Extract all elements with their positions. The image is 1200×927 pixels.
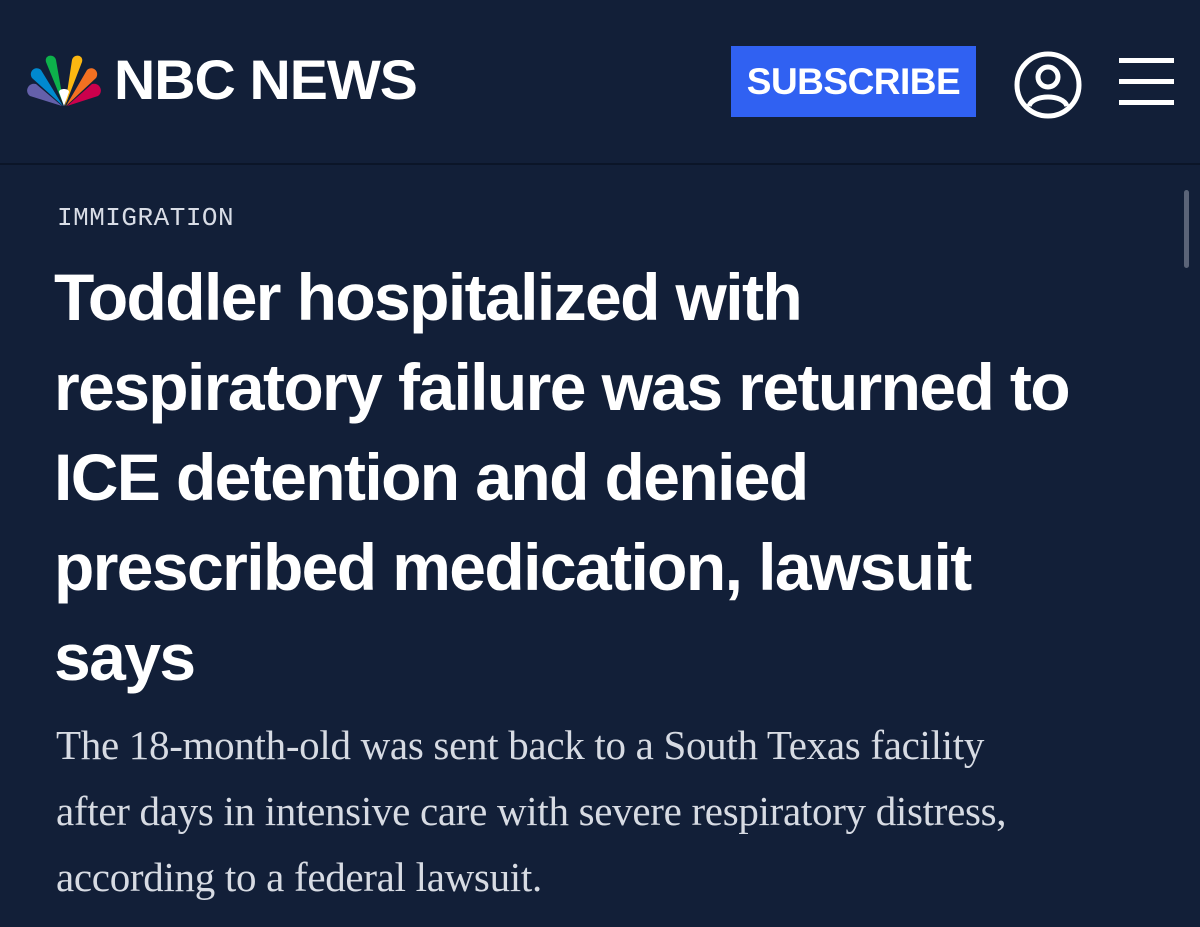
article-page: NBC NEWS SUBSCRIBE IMMIGRATION Toddler h… (0, 0, 1200, 927)
article-dek: The 18-month-old was sent back to a Sout… (56, 712, 1166, 910)
headline-line: ICE detention and denied (54, 440, 809, 514)
scrollbar-thumb[interactable] (1184, 190, 1189, 268)
menu-bar (1119, 79, 1174, 84)
nbc-peacock-logo-icon (27, 55, 101, 106)
brand-name: NBC NEWS (114, 48, 418, 111)
account-button[interactable] (1013, 50, 1083, 120)
dek-line: according to a federal lawsuit. (56, 854, 542, 900)
site-header: NBC NEWS SUBSCRIBE (0, 0, 1200, 165)
menu-bar (1119, 58, 1174, 63)
headline-line: prescribed medication, lawsuit (54, 530, 972, 604)
headline-line: says (54, 620, 196, 694)
category-label[interactable]: IMMIGRATION (57, 203, 234, 233)
menu-bar (1119, 100, 1174, 105)
dek-line: The 18-month-old was sent back to a Sout… (56, 722, 985, 768)
nbc-news-logo[interactable]: NBC NEWS (26, 52, 418, 108)
headline-line: respiratory failure was returned to (54, 350, 1071, 424)
subscribe-button[interactable]: SUBSCRIBE (731, 46, 976, 117)
hamburger-menu-button[interactable] (1119, 58, 1174, 106)
dek-line: after days in intensive care with severe… (56, 788, 1007, 834)
user-circle-icon (1014, 51, 1082, 119)
article-headline: Toddler hospitalized with respiratory fa… (54, 252, 1164, 702)
headline-line: Toddler hospitalized with (54, 260, 803, 334)
